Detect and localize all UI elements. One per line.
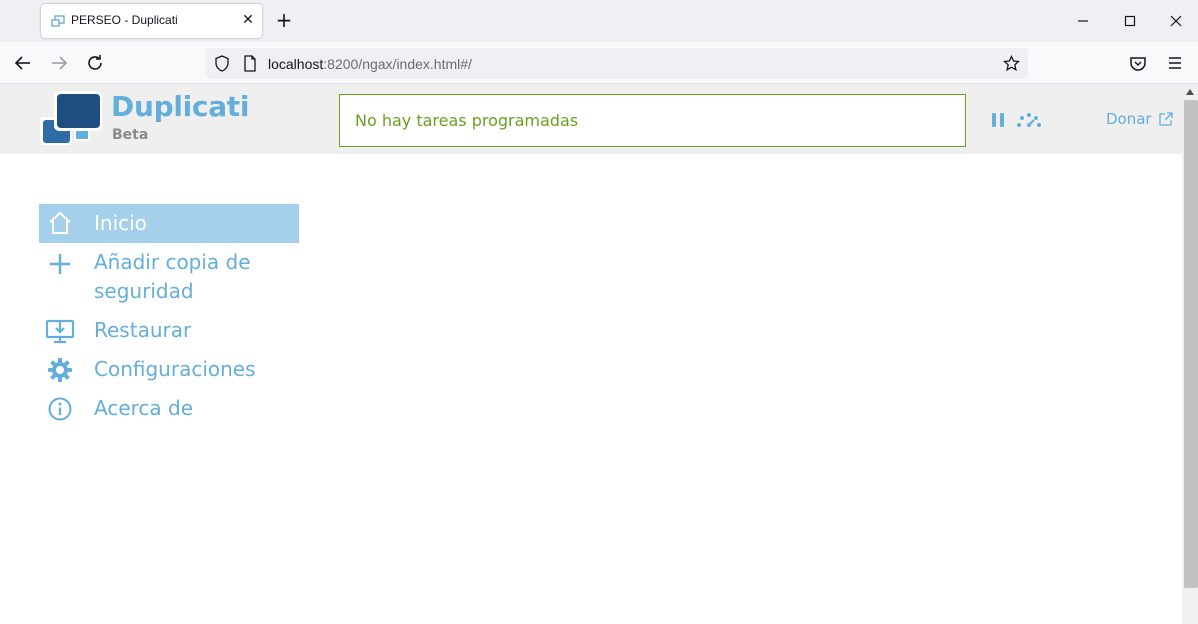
menu-item-settings[interactable]: Configuraciones <box>39 350 299 389</box>
app-header: Duplicati Beta No hay tareas programadas… <box>0 84 1182 154</box>
shield-icon[interactable] <box>214 55 230 72</box>
new-tab-button[interactable]: + <box>274 10 294 30</box>
main-menu: Inicio Añadir copia de seguridad Restaur… <box>39 204 299 428</box>
duplicati-favicon-icon <box>51 15 65 27</box>
scroll-up-arrow-icon[interactable] <box>1185 88 1195 96</box>
menu-item-about[interactable]: Acerca de <box>39 389 299 428</box>
throttle-speed-icon[interactable] <box>1015 111 1043 129</box>
bookmark-star-icon[interactable] <box>1003 55 1020 72</box>
menu-item-inicio[interactable]: Inicio <box>39 204 299 243</box>
page-icon <box>244 55 256 72</box>
minimize-icon[interactable] <box>1074 12 1092 30</box>
tab-title: PERSEO - Duplicati <box>71 13 178 27</box>
gear-icon <box>48 358 72 382</box>
forward-arrow-icon[interactable] <box>48 52 70 74</box>
maximize-icon[interactable] <box>1121 12 1139 30</box>
pause-icon[interactable] <box>991 112 1005 128</box>
reload-icon[interactable] <box>84 52 106 74</box>
external-link-icon <box>1158 112 1173 126</box>
donate-label: Donar <box>1106 110 1152 128</box>
brand-subtitle: Beta <box>112 127 149 143</box>
menu-label: Acerca de <box>94 396 194 420</box>
menu-label: Inicio <box>94 211 147 235</box>
status-text: No hay tareas programadas <box>355 111 579 130</box>
url-path: :8200/ngax/index.html#/ <box>323 56 472 72</box>
browser-tab-strip: PERSEO - Duplicati ✕ + <box>0 0 1198 42</box>
back-arrow-icon[interactable] <box>12 52 34 74</box>
duplicati-logo-icon[interactable] <box>38 91 104 147</box>
address-bar[interactable]: localhost:8200/ngax/index.html#/ <box>206 48 1028 79</box>
url-host: localhost <box>268 56 324 72</box>
page-scrollbar[interactable] <box>1182 84 1198 624</box>
home-icon <box>49 212 71 234</box>
url-text[interactable]: localhost:8200/ngax/index.html#/ <box>268 56 472 72</box>
browser-tab[interactable]: PERSEO - Duplicati ✕ <box>41 4 262 38</box>
menu-hamburger-icon[interactable] <box>1164 52 1186 74</box>
menu-label: Restaurar <box>94 318 192 342</box>
tab-close-icon[interactable]: ✕ <box>239 11 257 29</box>
window-close-icon[interactable] <box>1167 12 1185 30</box>
pocket-icon[interactable] <box>1127 52 1149 74</box>
menu-item-add-backup[interactable]: Añadir copia de seguridad <box>39 243 299 311</box>
restore-icon <box>45 319 75 344</box>
menu-label: Configuraciones <box>94 357 256 381</box>
plus-icon <box>50 254 70 274</box>
menu-item-restore[interactable]: Restaurar <box>39 311 299 350</box>
brand-title: Duplicati <box>111 90 250 123</box>
donate-link[interactable]: Donar <box>1106 110 1174 128</box>
menu-label: Añadir copia de seguridad <box>94 250 251 303</box>
info-icon <box>48 397 72 421</box>
status-panel: No hay tareas programadas <box>339 94 966 147</box>
scroll-thumb[interactable] <box>1184 100 1198 588</box>
